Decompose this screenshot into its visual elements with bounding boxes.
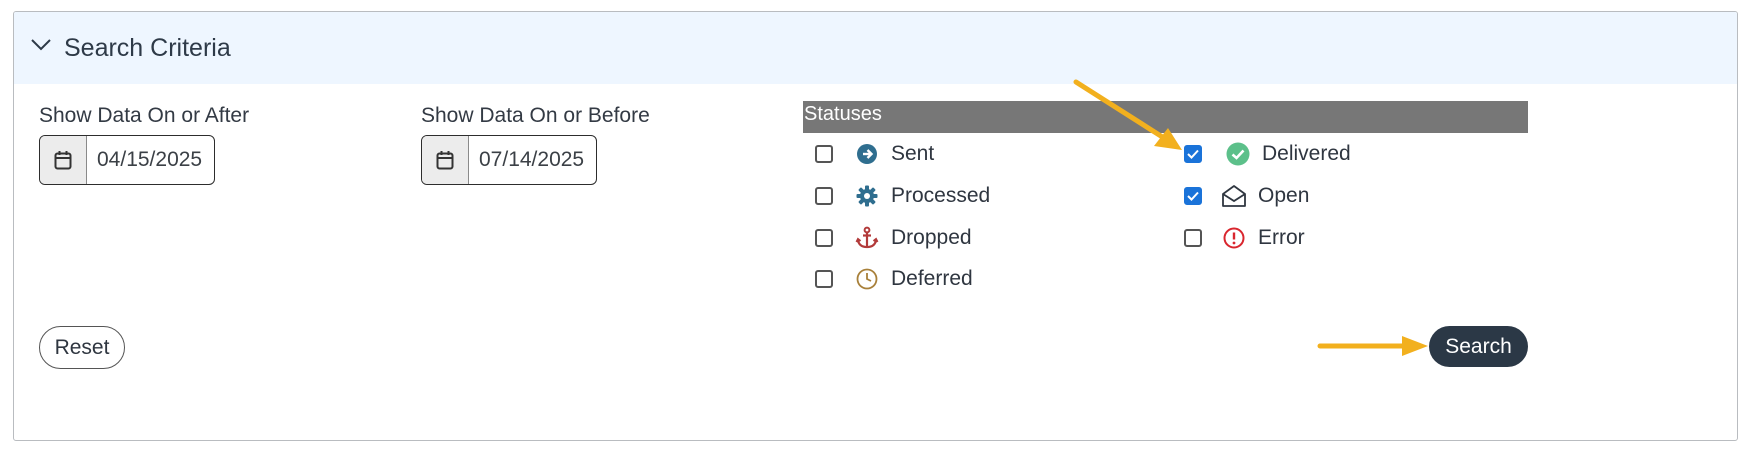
before-date-value[interactable]: 07/14/2025 <box>469 136 596 184</box>
search-button[interactable]: Search <box>1429 326 1528 367</box>
reset-button[interactable]: Reset <box>39 326 125 369</box>
annotation-arrow-icon <box>1073 79 1182 150</box>
status-deferred[interactable]: Deferred <box>815 264 973 294</box>
processed-checkbox[interactable] <box>815 187 833 205</box>
after-date-value[interactable]: 04/15/2025 <box>87 136 214 184</box>
status-sent[interactable]: Sent <box>815 139 934 169</box>
deferred-checkbox[interactable] <box>815 270 833 288</box>
panel-title: Search Criteria <box>64 34 231 62</box>
after-date-label: Show Data On or After <box>39 104 250 127</box>
calendar-icon[interactable] <box>40 136 87 184</box>
arrow-circle-right-icon <box>853 140 881 168</box>
chevron-down-icon[interactable] <box>30 38 52 52</box>
status-label: Deferred <box>891 267 973 290</box>
status-label: Error <box>1258 226 1305 249</box>
search-criteria-header[interactable]: Search Criteria <box>14 12 1737 84</box>
status-label: Processed <box>891 184 991 207</box>
status-label: Delivered <box>1262 142 1351 165</box>
dropped-checkbox[interactable] <box>815 229 833 247</box>
clock-icon <box>853 265 881 293</box>
exclamation-circle-icon <box>1220 224 1248 252</box>
status-label: Sent <box>891 142 935 165</box>
status-label: Dropped <box>891 226 972 249</box>
anchor-icon <box>853 224 881 252</box>
status-open[interactable]: Open <box>1184 181 1309 211</box>
check-circle-icon <box>1224 140 1252 168</box>
status-delivered[interactable]: Delivered <box>1184 139 1351 169</box>
status-error[interactable]: Error <box>1184 223 1305 253</box>
envelope-open-icon <box>1220 182 1248 210</box>
sent-checkbox[interactable] <box>815 145 833 163</box>
open-checkbox[interactable] <box>1184 187 1202 205</box>
after-date-input[interactable]: 04/15/2025 <box>39 135 215 185</box>
before-date-label: Show Data On or Before <box>421 104 650 127</box>
annotation-arrow-icon <box>1317 336 1428 356</box>
before-date-input[interactable]: 07/14/2025 <box>421 135 597 185</box>
gear-icon <box>853 182 881 210</box>
status-label: Open <box>1258 184 1310 207</box>
status-processed[interactable]: Processed <box>815 181 990 211</box>
error-checkbox[interactable] <box>1184 229 1202 247</box>
status-dropped[interactable]: Dropped <box>815 223 972 253</box>
calendar-icon[interactable] <box>422 136 469 184</box>
